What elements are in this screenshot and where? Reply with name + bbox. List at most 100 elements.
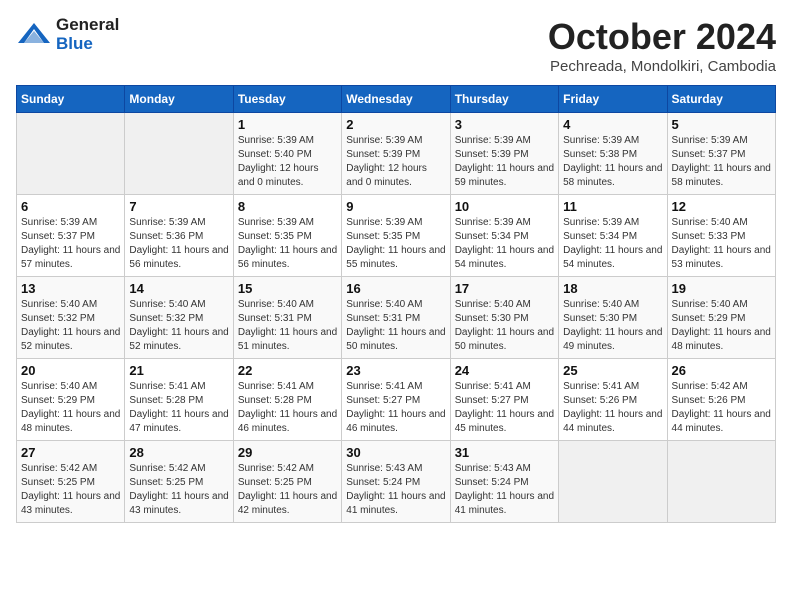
day-number: 16	[346, 281, 445, 296]
cell-detail: Sunrise: 5:40 AMSunset: 5:32 PMDaylight:…	[21, 298, 120, 354]
cell-detail: Sunrise: 5:40 AMSunset: 5:29 PMDaylight:…	[21, 380, 120, 436]
calendar-cell: 31 Sunrise: 5:43 AMSunset: 5:24 PMDayligh…	[450, 441, 558, 523]
day-number: 20	[21, 363, 120, 378]
cell-detail: Sunrise: 5:43 AMSunset: 5:24 PMDaylight:…	[346, 462, 445, 518]
weekday-saturday: Saturday	[667, 86, 775, 113]
calendar-cell: 16 Sunrise: 5:40 AMSunset: 5:31 PMDayligh…	[342, 277, 450, 359]
day-number: 27	[21, 445, 120, 460]
cell-detail: Sunrise: 5:39 AMSunset: 5:39 PMDaylight:…	[455, 134, 554, 190]
day-number: 24	[455, 363, 554, 378]
cell-detail: Sunrise: 5:40 AMSunset: 5:31 PMDaylight:…	[238, 298, 337, 354]
cell-detail: Sunrise: 5:41 AMSunset: 5:27 PMDaylight:…	[346, 380, 445, 436]
page-header: General Blue October 2024 Pechreada, Mon…	[16, 16, 776, 75]
calendar-cell: 21 Sunrise: 5:41 AMSunset: 5:28 PMDayligh…	[125, 359, 233, 441]
day-number: 28	[129, 445, 228, 460]
cell-detail: Sunrise: 5:40 AMSunset: 5:32 PMDaylight:…	[129, 298, 228, 354]
weekday-header-row: SundayMondayTuesdayWednesdayThursdayFrid…	[17, 86, 776, 113]
calendar-cell: 10 Sunrise: 5:39 AMSunset: 5:34 PMDayligh…	[450, 195, 558, 277]
calendar-cell: 14Sunrise: 5:40 AMSunset: 5:32 PMDayligh…	[125, 277, 233, 359]
day-number: 22	[238, 363, 337, 378]
week-row-1: 6 Sunrise: 5:39 AMSunset: 5:37 PMDaylight…	[17, 195, 776, 277]
week-row-3: 20 Sunrise: 5:40 AMSunset: 5:29 PMDayligh…	[17, 359, 776, 441]
cell-detail: Sunrise: 5:42 AMSunset: 5:25 PMDaylight:…	[238, 462, 337, 518]
calendar-cell	[125, 113, 233, 195]
cell-detail: Sunrise: 5:39 AMSunset: 5:39 PMDaylight:…	[346, 134, 445, 190]
cell-detail: Sunrise: 5:39 AMSunset: 5:35 PMDaylight:…	[238, 216, 337, 272]
weekday-wednesday: Wednesday	[342, 86, 450, 113]
calendar-cell: 15 Sunrise: 5:40 AMSunset: 5:31 PMDayligh…	[233, 277, 341, 359]
day-number: 11	[563, 199, 662, 214]
cell-detail: Sunrise: 5:39 AMSunset: 5:36 PMDaylight:…	[129, 216, 228, 272]
day-number: 13	[21, 281, 120, 296]
calendar-cell: 12 Sunrise: 5:40 AMSunset: 5:33 PMDayligh…	[667, 195, 775, 277]
day-number: 4	[563, 117, 662, 132]
calendar-cell: 17Sunrise: 5:40 AMSunset: 5:30 PMDayligh…	[450, 277, 558, 359]
calendar-cell: 7 Sunrise: 5:39 AMSunset: 5:36 PMDaylight…	[125, 195, 233, 277]
weekday-tuesday: Tuesday	[233, 86, 341, 113]
logo: General Blue	[16, 16, 119, 53]
calendar-cell: 19Sunrise: 5:40 AMSunset: 5:29 PMDayligh…	[667, 277, 775, 359]
day-number: 18	[563, 281, 662, 296]
calendar-table: SundayMondayTuesdayWednesdayThursdayFrid…	[16, 85, 776, 523]
logo-blue: Blue	[56, 35, 119, 54]
calendar-cell: 26 Sunrise: 5:42 AMSunset: 5:26 PMDayligh…	[667, 359, 775, 441]
calendar-cell: 11Sunrise: 5:39 AMSunset: 5:34 PMDayligh…	[559, 195, 667, 277]
logo-icon	[16, 21, 52, 49]
calendar-body: 1 Sunrise: 5:39 AMSunset: 5:40 PMDaylight…	[17, 113, 776, 523]
location: Pechreada, Mondolkiri, Cambodia	[548, 58, 776, 75]
day-number: 6	[21, 199, 120, 214]
calendar-cell: 1 Sunrise: 5:39 AMSunset: 5:40 PMDaylight…	[233, 113, 341, 195]
cell-detail: Sunrise: 5:40 AMSunset: 5:30 PMDaylight:…	[455, 298, 554, 354]
day-number: 15	[238, 281, 337, 296]
calendar-cell: 9Sunrise: 5:39 AMSunset: 5:35 PMDaylight…	[342, 195, 450, 277]
weekday-sunday: Sunday	[17, 86, 125, 113]
calendar-cell: 4 Sunrise: 5:39 AMSunset: 5:38 PMDaylight…	[559, 113, 667, 195]
calendar-cell: 27 Sunrise: 5:42 AMSunset: 5:25 PMDayligh…	[17, 441, 125, 523]
calendar-cell: 20 Sunrise: 5:40 AMSunset: 5:29 PMDayligh…	[17, 359, 125, 441]
calendar-cell: 8Sunrise: 5:39 AMSunset: 5:35 PMDaylight…	[233, 195, 341, 277]
day-number: 29	[238, 445, 337, 460]
calendar-cell: 24 Sunrise: 5:41 AMSunset: 5:27 PMDayligh…	[450, 359, 558, 441]
calendar-cell: 6 Sunrise: 5:39 AMSunset: 5:37 PMDaylight…	[17, 195, 125, 277]
day-number: 26	[672, 363, 771, 378]
cell-detail: Sunrise: 5:41 AMSunset: 5:28 PMDaylight:…	[238, 380, 337, 436]
day-number: 9	[346, 199, 445, 214]
calendar-cell: 3Sunrise: 5:39 AMSunset: 5:39 PMDaylight…	[450, 113, 558, 195]
day-number: 21	[129, 363, 228, 378]
cell-detail: Sunrise: 5:43 AMSunset: 5:24 PMDaylight:…	[455, 462, 554, 518]
day-number: 25	[563, 363, 662, 378]
cell-detail: Sunrise: 5:41 AMSunset: 5:27 PMDaylight:…	[455, 380, 554, 436]
day-number: 23	[346, 363, 445, 378]
day-number: 7	[129, 199, 228, 214]
cell-detail: Sunrise: 5:42 AMSunset: 5:25 PMDaylight:…	[129, 462, 228, 518]
title-area: October 2024 Pechreada, Mondolkiri, Camb…	[548, 16, 776, 75]
cell-detail: Sunrise: 5:39 AMSunset: 5:40 PMDaylight:…	[238, 134, 337, 190]
cell-detail: Sunrise: 5:41 AMSunset: 5:28 PMDaylight:…	[129, 380, 228, 436]
calendar-cell: 5 Sunrise: 5:39 AMSunset: 5:37 PMDaylight…	[667, 113, 775, 195]
cell-detail: Sunrise: 5:39 AMSunset: 5:38 PMDaylight:…	[563, 134, 662, 190]
calendar-cell: 30Sunrise: 5:43 AMSunset: 5:24 PMDayligh…	[342, 441, 450, 523]
calendar-cell: 23 Sunrise: 5:41 AMSunset: 5:27 PMDayligh…	[342, 359, 450, 441]
day-number: 5	[672, 117, 771, 132]
weekday-thursday: Thursday	[450, 86, 558, 113]
day-number: 31	[455, 445, 554, 460]
weekday-monday: Monday	[125, 86, 233, 113]
calendar-cell: 13 Sunrise: 5:40 AMSunset: 5:32 PMDayligh…	[17, 277, 125, 359]
cell-detail: Sunrise: 5:42 AMSunset: 5:25 PMDaylight:…	[21, 462, 120, 518]
cell-detail: Sunrise: 5:39 AMSunset: 5:37 PMDaylight:…	[21, 216, 120, 272]
day-number: 12	[672, 199, 771, 214]
cell-detail: Sunrise: 5:40 AMSunset: 5:33 PMDaylight:…	[672, 216, 771, 272]
cell-detail: Sunrise: 5:42 AMSunset: 5:26 PMDaylight:…	[672, 380, 771, 436]
week-row-2: 13 Sunrise: 5:40 AMSunset: 5:32 PMDayligh…	[17, 277, 776, 359]
day-number: 10	[455, 199, 554, 214]
day-number: 1	[238, 117, 337, 132]
cell-detail: Sunrise: 5:40 AMSunset: 5:30 PMDaylight:…	[563, 298, 662, 354]
calendar-cell	[559, 441, 667, 523]
calendar-cell: 2Sunrise: 5:39 AMSunset: 5:39 PMDaylight…	[342, 113, 450, 195]
calendar-cell: 25Sunrise: 5:41 AMSunset: 5:26 PMDayligh…	[559, 359, 667, 441]
cell-detail: Sunrise: 5:39 AMSunset: 5:34 PMDaylight:…	[455, 216, 554, 272]
calendar-cell: 29 Sunrise: 5:42 AMSunset: 5:25 PMDayligh…	[233, 441, 341, 523]
cell-detail: Sunrise: 5:39 AMSunset: 5:37 PMDaylight:…	[672, 134, 771, 190]
cell-detail: Sunrise: 5:40 AMSunset: 5:31 PMDaylight:…	[346, 298, 445, 354]
week-row-0: 1 Sunrise: 5:39 AMSunset: 5:40 PMDaylight…	[17, 113, 776, 195]
